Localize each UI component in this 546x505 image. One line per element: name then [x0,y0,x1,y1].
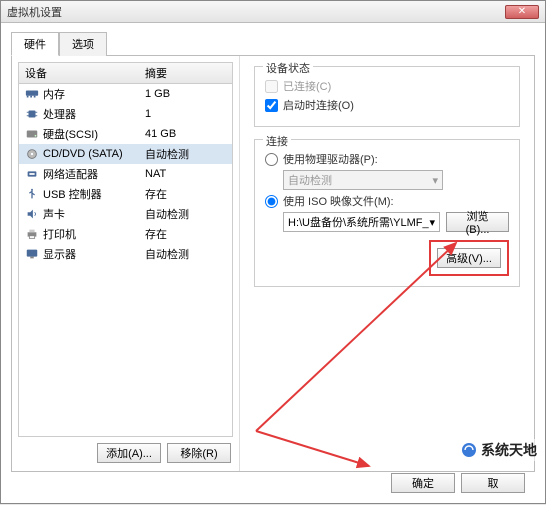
device-name: 网络适配器 [43,166,98,182]
use-iso-label: 使用 ISO 映像文件(M): [283,193,394,209]
tab-options[interactable]: 选项 [59,32,107,56]
use-physical-radio[interactable] [265,153,278,166]
device-name: 硬盘(SCSI) [43,126,98,142]
advanced-button[interactable]: 高级(V)... [437,248,501,268]
watermark-text: 系统天地 [481,440,537,460]
content-area: 硬件 选项 设备 摘要 内存 1 GB 处理器 1 硬盘(SCSI) 41 GB CD/DV… [1,23,545,503]
col-device: 设备 [19,63,139,83]
cpu-icon [25,108,39,120]
tab-pane: 设备 摘要 内存 1 GB 处理器 1 硬盘(SCSI) 41 GB CD/DVD (SAT… [11,56,535,472]
watermark-logo-icon [461,442,477,458]
table-row[interactable]: 打印机 存在 [19,224,232,244]
device-summary: 自动检测 [139,244,232,264]
ok-button[interactable]: 确定 [391,473,455,493]
connected-label: 已连接(C) [283,78,331,94]
use-physical-label: 使用物理驱动器(P): [283,151,378,167]
close-icon[interactable]: ✕ [505,5,539,19]
device-status-group: 设备状态 已连接(C) 启动时连接(O) [254,66,520,127]
device-name: USB 控制器 [43,186,102,202]
connect-at-power-row[interactable]: 启动时连接(O) [265,97,509,113]
cd-icon [25,148,39,160]
device-name: 打印机 [43,226,76,242]
iso-path-input[interactable]: H:\U盘备份\系统所需\YLMF_ ▾ [283,212,440,232]
table-row[interactable]: 硬盘(SCSI) 41 GB [19,124,232,144]
device-summary: 41 GB [139,126,232,142]
disk-icon [25,128,39,140]
device-summary: 存在 [139,224,232,244]
device-summary: NAT [139,166,232,182]
connect-at-power-checkbox[interactable] [265,99,278,112]
col-summary: 摘要 [139,63,232,83]
table-row[interactable]: 网络适配器 NAT [19,164,232,184]
table-row[interactable]: 声卡 自动检测 [19,204,232,224]
device-table-body: 内存 1 GB 处理器 1 硬盘(SCSI) 41 GB CD/DVD (SATA) 自动检测… [19,84,232,264]
physical-drive-row: 自动检测 ▾ [283,170,509,190]
device-summary: 存在 [139,184,232,204]
printer-icon [25,228,39,240]
connected-checkbox-row: 已连接(C) [265,78,509,94]
connection-legend: 连接 [263,133,291,149]
iso-path-value: H:\U盘备份\系统所需\YLMF_ [288,214,429,230]
device-list-panel: 设备 摘要 内存 1 GB 处理器 1 硬盘(SCSI) 41 GB CD/DVD (SAT… [12,56,240,471]
use-physical-row[interactable]: 使用物理驱动器(P): [265,151,509,167]
chevron-down-icon: ▾ [432,174,438,187]
tab-hardware[interactable]: 硬件 [11,32,59,56]
device-summary: 1 [139,106,232,122]
device-buttons: 添加(A)... 移除(R) [18,437,233,465]
titlebar: 虚拟机设置 ✕ [1,1,545,23]
browse-button[interactable]: 浏览(B)... [446,212,509,232]
table-row[interactable]: 显示器 自动检测 [19,244,232,264]
table-row[interactable]: CD/DVD (SATA) 自动检测 [19,144,232,164]
window-title: 虚拟机设置 [7,4,505,20]
vm-settings-window: 虚拟机设置 ✕ 硬件 选项 设备 摘要 内存 1 GB 处理器 1 硬盘(SCSI) 41… [0,0,546,504]
add-button[interactable]: 添加(A)... [97,443,161,463]
device-summary: 自动检测 [139,144,232,164]
device-table: 设备 摘要 内存 1 GB 处理器 1 硬盘(SCSI) 41 GB CD/DVD (SAT… [18,62,233,437]
remove-button[interactable]: 移除(R) [167,443,231,463]
display-icon [25,248,39,260]
device-name: 显示器 [43,246,76,262]
table-row[interactable]: 内存 1 GB [19,84,232,104]
connect-at-power-label: 启动时连接(O) [283,97,354,113]
memory-icon [25,88,39,100]
device-table-header: 设备 摘要 [19,63,232,84]
dialog-footer: 确定 取 [391,473,525,493]
use-iso-row[interactable]: 使用 ISO 映像文件(M): [265,193,509,209]
advanced-highlight-box: 高级(V)... [429,240,509,276]
net-icon [25,168,39,180]
advanced-row: 高级(V)... [265,240,509,276]
chevron-down-icon[interactable]: ▾ [430,216,436,229]
use-iso-radio[interactable] [265,195,278,208]
device-detail-panel: 设备状态 已连接(C) 启动时连接(O) 连接 使用物理驱动器(P): [240,56,534,471]
table-row[interactable]: 处理器 1 [19,104,232,124]
device-name: 处理器 [43,106,76,122]
device-name: 内存 [43,86,65,102]
tab-strip: 硬件 选项 [11,31,535,56]
physical-drive-value: 自动检测 [288,172,332,188]
connection-group: 连接 使用物理驱动器(P): 自动检测 ▾ 使用 ISO 映像文件(M): [254,139,520,287]
watermark: 系统天地 [459,439,539,461]
table-row[interactable]: USB 控制器 存在 [19,184,232,204]
cancel-button[interactable]: 取 [461,473,525,493]
connected-checkbox [265,80,278,93]
usb-icon [25,188,39,200]
device-name: 声卡 [43,206,65,222]
physical-drive-select: 自动检测 ▾ [283,170,443,190]
iso-path-row: H:\U盘备份\系统所需\YLMF_ ▾ 浏览(B)... [283,212,509,232]
device-name: CD/DVD (SATA) [43,148,123,160]
sound-icon [25,208,39,220]
status-legend: 设备状态 [263,60,313,76]
device-summary: 自动检测 [139,204,232,224]
device-summary: 1 GB [139,86,232,102]
